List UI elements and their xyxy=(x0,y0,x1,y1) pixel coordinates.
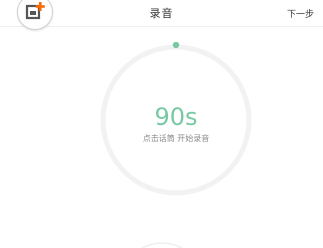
record-ring[interactable]: 90s 点击话筒 开始录音 xyxy=(98,42,254,198)
record-screen: 录音 下一步 90s 点击话筒 开始录音 xyxy=(0,0,323,248)
timer-readout: 90s xyxy=(154,103,198,131)
progress-indicator xyxy=(172,42,180,49)
mic-button-edge[interactable] xyxy=(140,240,184,248)
record-hint: 点击话筒 开始录音 xyxy=(142,134,210,143)
add-image-icon xyxy=(25,2,45,20)
next-step-button[interactable]: 下一步 xyxy=(287,7,314,20)
